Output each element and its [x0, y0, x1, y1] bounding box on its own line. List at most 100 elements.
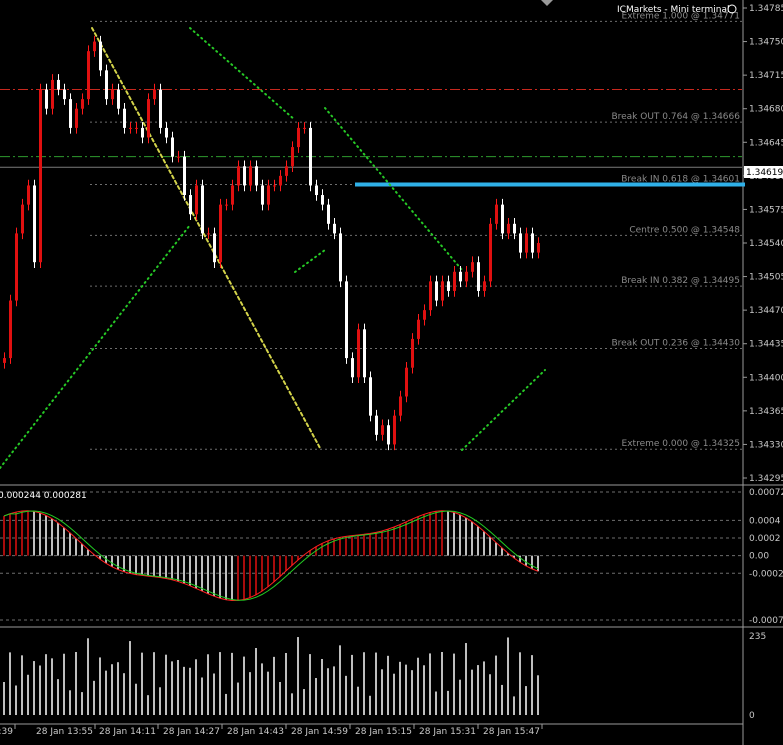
candle-body — [441, 281, 444, 301]
price-tick-label: 1.34365 — [749, 407, 783, 417]
candle-body — [69, 99, 72, 128]
fib-level-label: Centre 0.500 @ 1.34548 — [629, 225, 740, 235]
candle-body — [225, 204, 228, 206]
candle-body — [399, 396, 402, 416]
candle-body — [45, 89, 48, 109]
trend-lines — [0, 27, 546, 469]
macd-tick-label: -0.0002 — [749, 569, 783, 579]
candle-body — [435, 281, 438, 301]
candle-body — [315, 185, 318, 196]
candle-body — [27, 185, 30, 205]
price-tick-label: 1.34680 — [749, 105, 783, 115]
candle-body — [297, 127, 300, 148]
candle-body — [75, 108, 78, 128]
volume-panel: 235 0 — [3, 632, 766, 721]
macd-tick-label: 0.000722 — [749, 488, 783, 498]
macd-values-label: 0.000244 0.000281 — [0, 491, 87, 501]
candle-body — [387, 425, 390, 445]
candle-body — [117, 89, 120, 109]
price-tick-label: 1.34435 — [749, 340, 783, 350]
chart-canvas: Extreme 1.000 @ 1.34771Break OUT 0.764 @… — [0, 0, 783, 745]
trend-line — [0, 224, 191, 469]
candle-body — [177, 156, 180, 158]
candles — [3, 35, 540, 451]
candle-body — [525, 233, 528, 253]
volume-tick-label: 235 — [749, 632, 766, 642]
candle-body — [501, 204, 504, 234]
trend-line — [461, 369, 546, 451]
fib-levels: Extreme 1.000 @ 1.34771Break OUT 0.764 @… — [90, 11, 742, 450]
candle-body — [381, 425, 384, 435]
candle-body — [123, 108, 126, 128]
candle-body — [327, 204, 330, 224]
candle-body — [87, 51, 90, 100]
candle-body — [471, 262, 474, 272]
candle-body — [459, 271, 462, 282]
candle-body — [363, 329, 366, 378]
candle-body — [183, 156, 186, 196]
candle-body — [9, 300, 12, 359]
candle-body — [51, 79, 54, 109]
candle-body — [171, 137, 174, 157]
candle-body — [135, 127, 138, 129]
candle-body — [423, 310, 426, 320]
candle-body — [231, 185, 234, 205]
macd-tick-label: -0.00073 — [749, 616, 783, 626]
candle-body — [375, 415, 378, 435]
candle-body — [201, 185, 204, 234]
candle-body — [99, 41, 102, 71]
candle-body — [465, 271, 468, 282]
candle-body — [249, 166, 252, 186]
time-tick-label: 28 Jan 15:31 — [419, 727, 476, 737]
candle-body — [219, 204, 222, 263]
candle-body — [93, 41, 96, 52]
price-tick-label: 1.34470 — [749, 306, 783, 316]
candle-body — [237, 166, 240, 186]
price-tick-label: 1.34400 — [749, 373, 783, 383]
candle-body — [165, 127, 168, 138]
candle-body — [39, 89, 42, 263]
price-tick-label: 1.34540 — [749, 239, 783, 249]
candle-body — [255, 166, 258, 186]
candle-body — [189, 195, 192, 215]
trend-line — [294, 249, 326, 273]
candle-body — [3, 358, 6, 363]
macd-panel: 0.000722 0.0004 0.0002 0.00 -0.0002 -0.00073 — [0, 488, 783, 626]
candle-body — [351, 358, 354, 378]
candle-body — [279, 175, 282, 186]
candle-body — [33, 185, 36, 263]
candle-body — [339, 233, 342, 282]
candle-body — [207, 233, 210, 235]
candle-body — [243, 166, 246, 186]
candle-body — [477, 262, 480, 291]
time-tick-label: 28 Jan 14:27 — [163, 727, 220, 737]
candle-body — [153, 89, 156, 100]
candle-body — [15, 233, 18, 301]
price-axis: 1.34785 1.34750 1.34715 1.34680 1.34645 1.346… — [743, 4, 783, 484]
time-tick-label: 28 Jan 13:55 — [36, 727, 93, 737]
candle-body — [285, 166, 288, 176]
price-tick-label: 1.34715 — [749, 71, 783, 81]
time-tick-label: 28 Jan 14:59 — [291, 727, 348, 737]
chart-shift-marker-icon[interactable] — [541, 0, 553, 6]
candle-body — [267, 185, 270, 205]
candle-body — [63, 89, 66, 100]
price-tick-label: 1.34785 — [749, 4, 783, 14]
price-tick-label: 1.34295 — [749, 474, 783, 484]
time-tick-label: 28 Jan 14:11 — [99, 727, 156, 737]
candle-body — [105, 70, 108, 100]
candle-body — [489, 223, 492, 282]
candle-body — [261, 185, 264, 205]
candle-body — [417, 319, 420, 339]
candle-body — [57, 79, 60, 90]
terminal-label: ICMarkets - Mini terminal — [617, 5, 729, 15]
reference-lines — [0, 89, 745, 187]
candle-body — [393, 415, 396, 445]
candle-body — [537, 243, 540, 253]
candle-body — [147, 99, 150, 138]
fib-level-label: Break OUT 0.764 @ 1.34666 — [611, 112, 740, 122]
candle-body — [483, 281, 486, 291]
candle-body — [159, 89, 162, 128]
fib-level-label: Extreme 0.000 @ 1.34325 — [622, 439, 740, 449]
candle-body — [111, 89, 114, 100]
